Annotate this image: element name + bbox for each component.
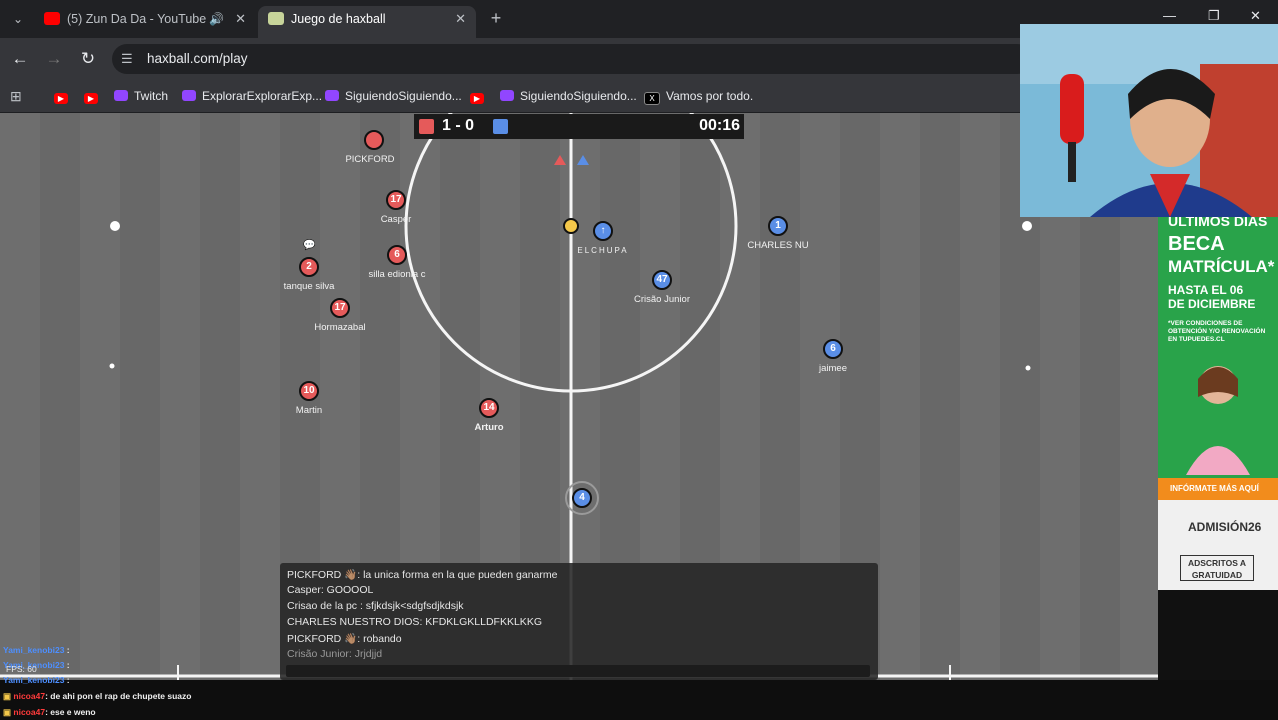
bookmark-label: Vamos por todo. <box>666 89 754 103</box>
bookmark-label: SiguiendoSiguiendo... <box>520 89 637 103</box>
bookmark-youtube-1[interactable]: ▶ <box>54 86 74 106</box>
ad-model-image <box>1180 357 1256 475</box>
player-name: Arturo <box>474 422 504 433</box>
chat-message: Casper: GOOOOL <box>287 584 374 596</box>
ad-line: HASTA EL 06 <box>1168 283 1244 297</box>
ad-line: MATRÍCULA* <box>1168 257 1275 276</box>
player-name: Crisão Junior <box>634 294 690 305</box>
haxball-game-canvas[interactable]: PICKFORD 17 Casper 6 silla edionla c 2 t… <box>0 113 1158 680</box>
ad-fine-print: *VER CONDICIONES DE OBTENCIÓN Y/O RENOVA… <box>1168 320 1266 343</box>
tab-haxball[interactable]: Juego de haxball ✕ <box>258 6 476 38</box>
player-name: CHARLES NU <box>747 240 809 251</box>
game-clock: 00:16 <box>699 117 740 134</box>
chat-message: CHARLES NUESTRO DIOS: KFDKLGKLLDFKKLKKG <box>287 616 542 628</box>
restore-icon[interactable]: ❐ <box>1208 8 1220 24</box>
player-name: Casper <box>380 214 412 225</box>
player-name: Hormazabal <box>314 322 366 333</box>
red-player-tanque: 2 <box>299 257 319 277</box>
bookmark-label: Twitch <box>134 89 169 103</box>
close-window-icon[interactable]: ✕ <box>1250 8 1261 24</box>
red-team-swatch <box>419 119 434 134</box>
chat-bubble-icon: 💬 <box>303 240 316 251</box>
tab-youtube[interactable]: (5) Zun Da Da - YouTube 🔊 ✕ <box>34 6 256 38</box>
stream-chat-line: ▣ nicoa47: de ahi pon el rap de chupete … <box>3 691 192 701</box>
tab-search-dropdown-icon[interactable]: ⌄ <box>6 8 30 30</box>
right-dark-panel <box>1158 590 1278 680</box>
blue-player-self: 4 <box>572 488 592 508</box>
ad-line: BECA <box>1168 233 1225 255</box>
stream-chat-line: Yami_kenobi23 : <box>3 645 70 655</box>
player-name: PICKFORD <box>345 154 395 165</box>
twitch-icon <box>114 90 128 101</box>
youtube-icon: ▶ <box>84 93 98 104</box>
youtube-icon: ▶ <box>470 93 484 104</box>
blue-player-jaimee: 6 <box>823 339 843 359</box>
youtube-icon: ▶ <box>54 93 68 104</box>
ad-gratuidad: ADSCRITOS A GRATUIDAD <box>1180 555 1254 581</box>
twitch-icon <box>325 90 339 101</box>
bookmark-siguiendo-1[interactable]: SiguiendoSiguiendo... <box>325 86 462 106</box>
tab-title: Juego de haxball <box>291 12 386 26</box>
x-icon: X <box>644 92 660 105</box>
bookmark-label: SiguiendoSiguiendo... <box>345 89 462 103</box>
fps-label: FPS: 60 <box>6 664 37 674</box>
bookmark-siguiendo-2[interactable]: SiguiendoSiguiendo... <box>500 86 637 106</box>
ad-cta[interactable]: INFÓRMATE MÁS AQUÍ <box>1158 478 1278 500</box>
tab-title: (5) Zun Da Da - YouTube <box>67 12 207 26</box>
chat-message: Crisao de la pc : sfjkdsjk<sdgfsdjkdsjk <box>287 600 464 612</box>
close-tab-icon[interactable]: ✕ <box>455 6 466 32</box>
ad-admision: ADMISIÓN26 <box>1188 520 1262 534</box>
webcam-image <box>1020 24 1278 217</box>
red-player-hormazabal: 17 <box>330 298 350 318</box>
speaker-icon[interactable]: 🔊 <box>209 6 224 32</box>
red-player-arturo: 14 <box>479 398 499 418</box>
red-player-pickford <box>364 130 384 150</box>
forward-icon[interactable]: → <box>43 48 65 70</box>
url-text: haxball.com/play <box>147 51 248 66</box>
address-bar[interactable]: ☰ haxball.com/play <box>112 44 1032 74</box>
reload-icon[interactable]: ↻ <box>77 48 99 70</box>
bookmark-label: ExplorarExplorarExp... <box>202 89 323 103</box>
bookmark-explorar[interactable]: ExplorarExplorarExp... <box>182 86 322 106</box>
red-player-casper: 17 <box>386 190 406 210</box>
new-tab-button[interactable]: + <box>486 6 506 30</box>
player-name: Martin <box>295 405 323 416</box>
back-icon[interactable]: ← <box>9 48 31 70</box>
bookmark-x[interactable]: X Vamos por todo. <box>644 86 753 106</box>
stream-chat-line: ▣ nicoa47: ese e weno <box>3 707 96 717</box>
ad-line: DE DICIEMBRE <box>1168 297 1256 311</box>
player-name: ELCHUPA <box>577 246 629 255</box>
score-text: 1 - 0 <box>442 117 475 134</box>
bookmark-twitch[interactable]: Twitch <box>114 86 168 106</box>
bookmark-youtube-3[interactable]: ▶ <box>470 86 490 106</box>
blue-player-crisao: 47 <box>652 270 672 290</box>
haxball-icon <box>268 12 284 25</box>
bookmark-youtube-2[interactable]: ▶ <box>84 86 104 106</box>
chat-message: PICKFORD 👋🏽: la unica forma en la que pu… <box>287 569 558 581</box>
ad-line: ULTIMOS DIAS <box>1168 217 1268 229</box>
stream-chat-bar <box>0 680 1278 720</box>
stream-chat-overlay: Yami_kenobi23 : Yami_kenobi23 : FPS: 60 … <box>0 644 1278 720</box>
twitch-icon <box>500 90 514 101</box>
streamer-webcam <box>1020 24 1278 217</box>
red-player-silla: 6 <box>387 245 407 265</box>
twitch-icon <box>182 90 196 101</box>
apps-icon[interactable]: ⊞ <box>10 86 22 106</box>
ad-footer: ADMISIÓN26 ADSCRITOS A GRATUIDAD <box>1158 500 1278 590</box>
scoreboard: 1 - 0 00:16 <box>414 114 744 139</box>
player-name: tanque silva <box>283 281 335 292</box>
red-player-martin: 10 <box>299 381 319 401</box>
blue-player-charles: 1 <box>768 216 788 236</box>
player-name: jaimee <box>819 363 847 374</box>
stream-chat-line: Yami_kenobi23 : <box>3 675 70 685</box>
site-settings-icon[interactable]: ☰ <box>121 51 133 67</box>
player-name: silla edionla c <box>368 269 426 280</box>
close-tab-icon[interactable]: ✕ <box>235 6 246 32</box>
blue-player-elchupa: ↑ <box>593 221 613 241</box>
youtube-icon <box>44 12 60 25</box>
blue-team-swatch <box>493 119 508 134</box>
minimize-icon[interactable]: — <box>1163 8 1176 23</box>
